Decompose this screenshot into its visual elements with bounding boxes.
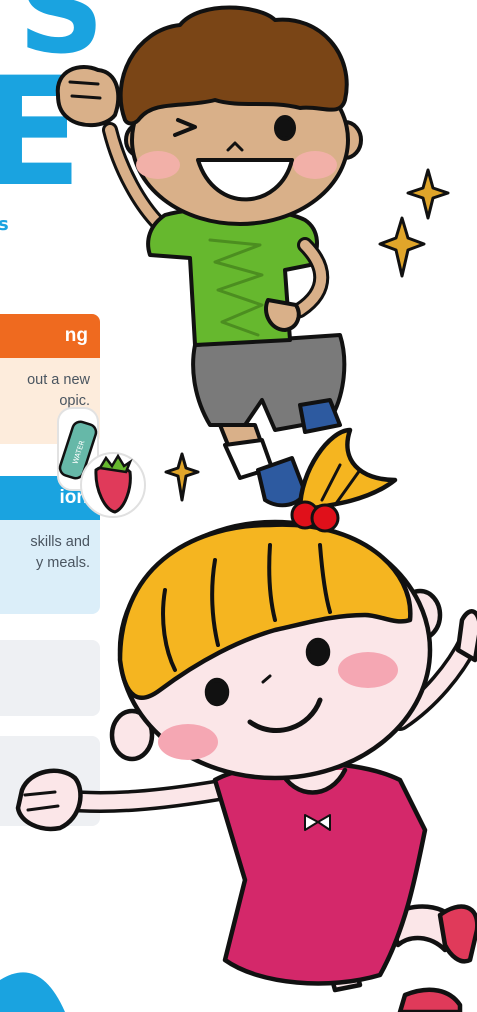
girl-illustration bbox=[15, 427, 477, 1012]
boy-illustration bbox=[55, 5, 363, 508]
strawberry-sticker bbox=[80, 452, 146, 518]
illustration-layer: WATER bbox=[15, 5, 477, 1012]
